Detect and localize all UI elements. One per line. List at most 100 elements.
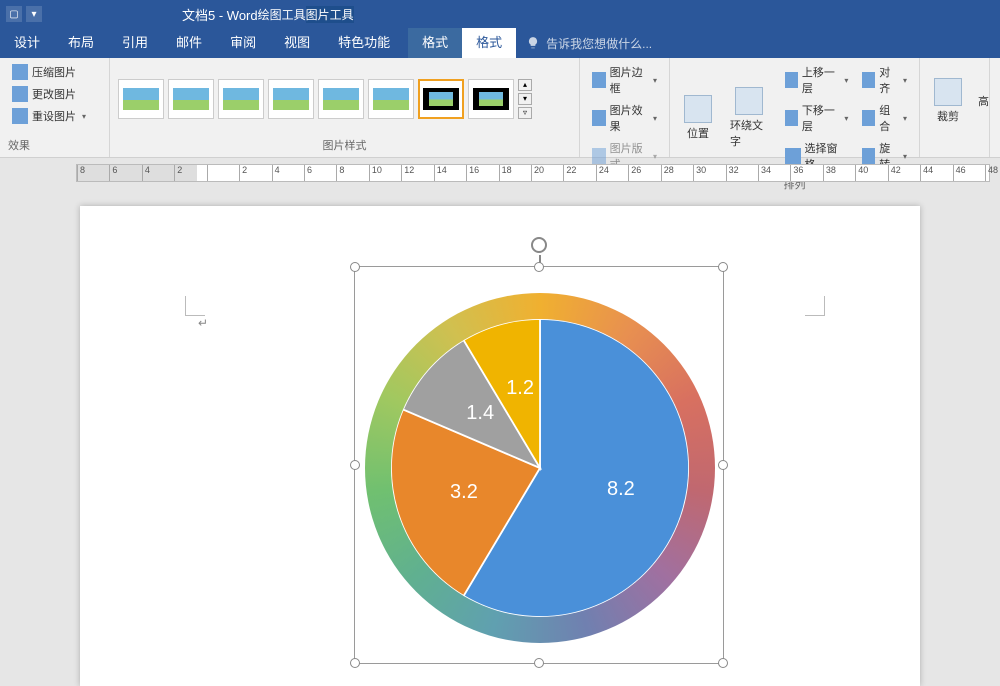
style-gallery: ▴ ▾ ▿: [118, 79, 532, 119]
group-arrange: 位置 环绕文字 上移一层▾ 下移一层▾ 选择窗格 对齐▾ 组合▾ 旋转▾ 排列: [670, 58, 920, 157]
compress-pictures-button[interactable]: 压缩图片: [8, 62, 80, 82]
picture-border-button[interactable]: 图片边框▾: [588, 62, 661, 98]
tab-format-drawing[interactable]: 格式: [408, 28, 462, 58]
height-field[interactable]: 高: [974, 91, 993, 111]
style-item[interactable]: [318, 79, 364, 119]
tab-features[interactable]: 特色功能: [324, 28, 404, 58]
change-picture-icon: [12, 86, 28, 102]
pie-label: 3.2: [450, 481, 478, 504]
chart-selection[interactable]: 8.23.21.41.2: [354, 266, 724, 664]
ruler-tick: 38: [823, 165, 836, 181]
gallery-more[interactable]: ▿: [518, 107, 532, 119]
pie-chart: 8.23.21.41.2: [391, 319, 689, 617]
reset-picture-button[interactable]: 重设图片▾: [8, 106, 90, 126]
group-picture-styles: ▴ ▾ ▿ 图片样式: [110, 58, 580, 157]
gallery-scroll: ▴ ▾ ▿: [518, 79, 532, 119]
ruler-tick: 12: [401, 165, 414, 181]
picture-effects-button[interactable]: 图片效果▾: [588, 100, 661, 136]
horizontal-ruler[interactable]: 8642246810121416182022242628303234363840…: [76, 164, 990, 182]
tab-review[interactable]: 审阅: [216, 28, 270, 58]
ruler-tick: 6: [304, 165, 312, 181]
ruler-tick: 4: [272, 165, 280, 181]
ruler-tick: 44: [920, 165, 933, 181]
tab-mailings[interactable]: 邮件: [162, 28, 216, 58]
ruler-tick: 36: [790, 165, 803, 181]
position-button[interactable]: 位置: [678, 93, 718, 143]
ruler-tick: 2: [174, 165, 182, 181]
qat-dropdown[interactable]: ▾: [26, 6, 42, 22]
ruler-tick: 46: [953, 165, 966, 181]
resize-handle[interactable]: [350, 460, 360, 470]
style-item[interactable]: [168, 79, 214, 119]
ruler-tick: 10: [369, 165, 382, 181]
group-label-styles: 图片样式: [118, 135, 571, 155]
style-item[interactable]: [368, 79, 414, 119]
ruler-tick: 14: [434, 165, 447, 181]
margin-corner: [185, 296, 205, 316]
change-picture-button[interactable]: 更改图片: [8, 84, 80, 104]
resize-handle[interactable]: [718, 460, 728, 470]
ruler-tick: 4: [142, 165, 150, 181]
align-button[interactable]: 对齐▾: [858, 62, 911, 98]
paragraph-mark: ↵: [198, 316, 208, 330]
quick-access-toolbar: ▢ ▾: [0, 6, 42, 22]
crop-button[interactable]: 裁剪: [928, 76, 968, 126]
rotate-handle[interactable]: [531, 237, 547, 253]
ruler-tick: 22: [563, 165, 576, 181]
style-item-selected[interactable]: [418, 79, 464, 119]
margin-corner: [805, 296, 825, 316]
selection-pane-icon: [785, 148, 801, 164]
tell-me-placeholder: 告诉我您想做什么...: [546, 35, 652, 52]
ruler-tick: 20: [531, 165, 544, 181]
position-icon: [684, 95, 712, 123]
tab-row: 设计 布局 引用 邮件 审阅 视图 特色功能 格式 格式 告诉我您想做什么...: [0, 28, 1000, 58]
group-button[interactable]: 组合▾: [858, 100, 911, 136]
ruler-tick: 32: [726, 165, 739, 181]
tab-design[interactable]: 设计: [0, 28, 54, 58]
send-backward-button[interactable]: 下移一层▾: [781, 100, 853, 136]
forward-icon: [785, 72, 798, 88]
ribbon: 压缩图片 更改图片 重设图片▾ 效果 ▴ ▾ ▿: [0, 58, 1000, 158]
ruler-tick: 8: [336, 165, 344, 181]
document-area: ↵ 8.23.21.41.2: [0, 182, 1000, 686]
layout-icon: [592, 148, 606, 164]
contextual-label-drawing: 绘图工具: [258, 6, 306, 23]
group-size: 裁剪 高: [920, 58, 990, 157]
resize-handle[interactable]: [718, 262, 728, 272]
bring-forward-button[interactable]: 上移一层▾: [781, 62, 853, 98]
contextual-label-picture: 图片工具: [306, 6, 354, 23]
style-item[interactable]: [268, 79, 314, 119]
style-item[interactable]: [468, 79, 514, 119]
pie-svg: [391, 319, 689, 617]
window-title: 文档5 - Word: [182, 5, 258, 24]
rotate-icon: [862, 148, 875, 164]
border-icon: [592, 72, 606, 88]
resize-handle[interactable]: [350, 262, 360, 272]
page[interactable]: ↵ 8.23.21.41.2: [80, 206, 920, 686]
group-icon: [862, 110, 875, 126]
ruler-tick: 40: [855, 165, 868, 181]
group-pic-format: 图片边框▾ 图片效果▾ 图片版式▾: [580, 58, 670, 157]
resize-handle[interactable]: [534, 262, 544, 272]
ruler-tick: 42: [888, 165, 901, 181]
style-item[interactable]: [118, 79, 164, 119]
tell-me[interactable]: 告诉我您想做什么...: [516, 35, 662, 52]
ruler-tick: 8: [77, 165, 85, 181]
tab-format-picture[interactable]: 格式: [462, 28, 516, 58]
style-item[interactable]: [218, 79, 264, 119]
gallery-up[interactable]: ▴: [518, 79, 532, 91]
wrap-text-button[interactable]: 环绕文字: [724, 85, 775, 151]
ruler-tick: 16: [466, 165, 479, 181]
tab-view[interactable]: 视图: [270, 28, 324, 58]
ruler-tick: 24: [596, 165, 609, 181]
tab-layout[interactable]: 布局: [54, 28, 108, 58]
crop-icon: [934, 78, 962, 106]
ruler-tick: 28: [661, 165, 674, 181]
ruler-tick: 34: [758, 165, 771, 181]
ruler-tick: [207, 165, 210, 181]
tab-references[interactable]: 引用: [108, 28, 162, 58]
chevron-down-icon: ▾: [82, 112, 86, 121]
ruler-tick: 18: [499, 165, 512, 181]
gallery-down[interactable]: ▾: [518, 93, 532, 105]
qat-item[interactable]: ▢: [6, 6, 22, 22]
